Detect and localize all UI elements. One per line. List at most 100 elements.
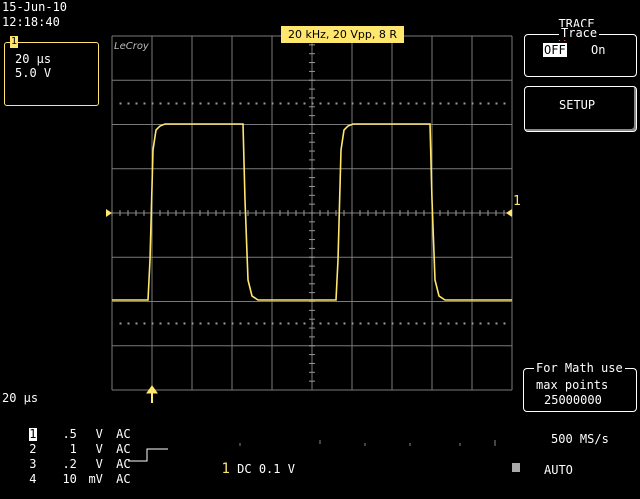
grid-dot — [359, 102, 362, 105]
grid-dot — [151, 102, 154, 105]
grid-dot — [351, 102, 354, 105]
grid-dot — [375, 102, 378, 105]
channel-1-marker-label: 1 — [513, 194, 521, 209]
signal-label: 20 kHz, 20 Vpp, 8 R — [281, 26, 404, 43]
grid-dot — [295, 322, 298, 325]
grid-dot — [135, 322, 138, 325]
trace-on-option[interactable]: On — [591, 44, 605, 57]
math-box-line2: max points — [536, 378, 609, 392]
grid-dot — [191, 322, 194, 325]
grid-dot — [175, 102, 178, 105]
trigger-mode: AUTO — [544, 463, 573, 477]
bottom-tick-marks — [239, 440, 496, 446]
grid-dot — [311, 322, 314, 325]
grid-dot — [399, 102, 402, 105]
grid-dot — [471, 102, 474, 105]
grid-dot — [503, 322, 506, 325]
grid-dot — [471, 322, 474, 325]
grid-dot — [191, 102, 194, 105]
grid-dot — [127, 322, 130, 325]
grid-dot — [255, 322, 258, 325]
grid-dot — [407, 102, 410, 105]
grid-dot — [503, 102, 506, 105]
trigger-source: 1 — [221, 461, 230, 477]
trace-menu-title: Trace — [559, 26, 600, 40]
grid-dot — [207, 102, 210, 105]
grid-dot — [407, 322, 410, 325]
setup-button[interactable]: SETUP — [524, 86, 637, 132]
grid-dot — [303, 102, 306, 105]
grid-dot — [143, 102, 146, 105]
grid-dot — [327, 102, 330, 105]
grid-dot — [239, 102, 242, 105]
grid-dot — [295, 102, 298, 105]
grid-dot — [367, 102, 370, 105]
grid-dot — [487, 102, 490, 105]
grid-dot — [335, 102, 338, 105]
math-box-value: 25000000 — [544, 393, 602, 407]
grid-dot — [399, 322, 402, 325]
grid-dot — [263, 102, 266, 105]
trace-off-option[interactable]: OFF — [543, 43, 567, 57]
lecroy-logo: LeCroy — [114, 41, 149, 52]
grid-dot — [391, 102, 394, 105]
trigger-status-indicator — [512, 463, 520, 472]
channel-row-1[interactable]: 1.5 V AC — [0, 415, 131, 441]
grid-dot — [279, 322, 282, 325]
grid-dot — [207, 322, 210, 325]
grid-dot — [439, 102, 442, 105]
setup-button-label: SETUP — [559, 98, 596, 112]
left-level-marker — [106, 209, 112, 217]
math-box-title: For Math use — [534, 361, 625, 375]
grid-dot — [311, 102, 314, 105]
grid-dot — [215, 322, 218, 325]
grid-dot — [455, 322, 458, 325]
grid-dot — [199, 102, 202, 105]
grid-dot — [415, 322, 418, 325]
grid-dot — [231, 322, 234, 325]
grid-dot — [287, 102, 290, 105]
grid-dot — [439, 322, 442, 325]
grid-dot — [159, 102, 162, 105]
grid-dot — [119, 322, 122, 325]
grid-dot — [175, 322, 178, 325]
grid-dot — [479, 102, 482, 105]
grid-dot — [463, 322, 466, 325]
sample-rate: 500 MS/s — [551, 432, 609, 446]
trace-toggle-menu[interactable]: Trace OFF On — [524, 27, 637, 77]
grid-dot — [495, 102, 498, 105]
grid-dot — [335, 322, 338, 325]
grid-dot — [383, 322, 386, 325]
grid-dot — [375, 322, 378, 325]
grid-dot — [183, 322, 186, 325]
bottom-timebase: 20 µs — [2, 391, 39, 405]
grid-dot — [159, 322, 162, 325]
grid-dot — [383, 102, 386, 105]
trigger-edge-icon — [128, 448, 168, 462]
grid-dot — [271, 102, 274, 105]
grid-dot — [271, 322, 274, 325]
grid-dot — [455, 102, 458, 105]
grid-dot — [447, 322, 450, 325]
grid-dot — [343, 322, 346, 325]
grid-dot — [183, 102, 186, 105]
grid-dot — [287, 322, 290, 325]
grid-dot — [487, 322, 490, 325]
channel-list: 1.5 V AC 21V AC 3.2 V AC 4 10 mV AC — [0, 415, 131, 486]
grid-dot — [247, 102, 250, 105]
grid-dot — [431, 102, 434, 105]
grid-dot — [319, 102, 322, 105]
grid-dot — [263, 322, 266, 325]
grid-dot — [135, 102, 138, 105]
grid-dot — [423, 322, 426, 325]
grid-dot — [247, 322, 250, 325]
grid-dot — [167, 102, 170, 105]
grid-dot — [415, 102, 418, 105]
math-info-box: For Math use max points 25000000 — [523, 362, 637, 412]
grid-dot — [495, 322, 498, 325]
grid-dot — [319, 322, 322, 325]
grid-dot — [231, 102, 234, 105]
grid-dot — [127, 102, 130, 105]
grid-dot — [463, 102, 466, 105]
grid-dot — [479, 322, 482, 325]
